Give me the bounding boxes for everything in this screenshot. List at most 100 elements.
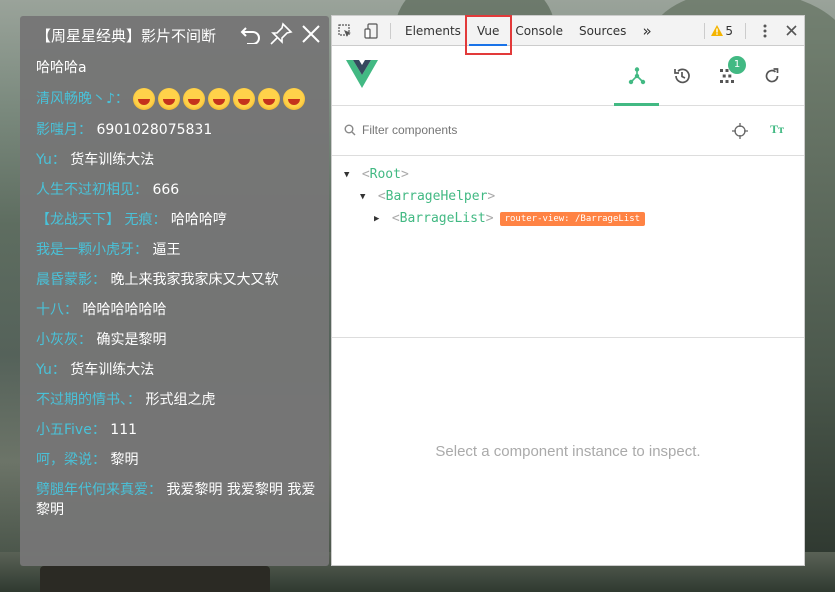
barrage-message-list: 哈哈哈a 清风畅晚丶♪： 影嗤月： 6901028075831 Yu： 货车训练大法… <box>36 58 321 530</box>
inspect-element-icon[interactable] <box>332 16 358 46</box>
inspector-placeholder: Select a component instance to inspect. <box>435 442 701 460</box>
vue-panel-switcher: 1 <box>614 46 794 106</box>
tab-sources[interactable]: Sources <box>571 16 634 46</box>
component-tree: ▼ < Root > ▼ < BarrageHelper > ▶ < BarrageLis… <box>332 156 804 338</box>
select-component-icon[interactable] <box>732 123 748 142</box>
message-text: 形式组之虎 <box>145 392 216 408</box>
message-username: 呵，梁说： <box>36 452 106 468</box>
message-text: 货车训练大法 <box>70 152 155 168</box>
message-username: 我是一颗小虎牙： <box>36 242 148 258</box>
message-text: 哈哈哈a <box>36 60 87 76</box>
message-text: 111 <box>110 422 138 438</box>
close-devtools-icon[interactable] <box>778 16 804 46</box>
collapse-arrow-icon[interactable]: ▶ <box>374 208 384 230</box>
devtools-tab-bar: Elements Vue Console Sources » 5 <box>332 15 804 55</box>
message-text: 哈哈哈哼 <box>170 212 227 228</box>
barrage-panel: 【周星星经典】影片不间断 哈哈哈a 清风畅晚丶♪： 影嗤月： 6901028075… <box>20 16 329 566</box>
message-username: 小灰灰： <box>36 332 92 348</box>
pin-icon[interactable] <box>269 22 293 46</box>
emoji-icon <box>283 88 306 110</box>
plugins-tab[interactable]: 1 <box>704 46 749 106</box>
message-username: 影嗤月： <box>36 122 92 138</box>
barrage-message: 我是一颗小虎牙： 逼王 <box>36 240 321 260</box>
message-text: 黎明 <box>110 452 139 468</box>
bracket: > <box>485 211 494 226</box>
tab-vue[interactable]: Vue <box>468 16 508 46</box>
format-names-toggle[interactable]: Tт <box>770 122 784 137</box>
filter-components-input[interactable] <box>362 123 662 137</box>
barrage-message: 哈哈哈a <box>36 58 321 78</box>
components-tab[interactable] <box>614 46 659 106</box>
emoji-icon <box>133 88 156 110</box>
message-username: 清风畅晚丶♪： <box>36 91 129 107</box>
tab-elements[interactable]: Elements <box>397 16 469 46</box>
message-username: 【龙战天下】 无痕： <box>36 212 167 228</box>
barrage-message: 【龙战天下】 无痕： 哈哈哈哼 <box>36 210 321 230</box>
notification-badge: 1 <box>728 56 746 74</box>
router-view-tag: router-view: /BarrageList <box>499 212 646 226</box>
barrage-message: 十八： 哈哈哈哈哈哈 <box>36 300 321 320</box>
message-username: Yu： <box>36 152 66 168</box>
message-username: 十八： <box>36 302 78 318</box>
bracket: < <box>370 189 386 204</box>
tree-node-root[interactable]: ▼ < Root > <box>332 164 804 186</box>
barrage-message: 呵，梁说： 黎明 <box>36 450 321 470</box>
emoji-icon <box>208 88 231 110</box>
tab-console[interactable]: Console <box>507 16 571 46</box>
vue-toolbar: 1 <box>332 46 804 106</box>
divider <box>390 22 391 39</box>
component-tree-icon <box>628 67 645 85</box>
more-tabs-button[interactable]: » <box>634 16 659 46</box>
search-icon <box>344 124 356 139</box>
message-text: 确实是黎明 <box>96 332 167 348</box>
barrage-message: Yu： 货车训练大法 <box>36 150 321 170</box>
message-username: 小五Five： <box>36 422 106 438</box>
device-toolbar-icon[interactable] <box>358 16 384 46</box>
message-text: 货车训练大法 <box>70 362 155 378</box>
bracket: < <box>384 211 400 226</box>
refresh-button[interactable] <box>749 46 794 106</box>
barrage-message: 不过期的情书、： 形式组之虎 <box>36 390 321 410</box>
expand-arrow-icon[interactable]: ▼ <box>360 186 370 208</box>
barrage-message: 小五Five： 111 <box>36 420 321 440</box>
warning-icon <box>711 25 724 36</box>
devtools-window: Elements Vue Console Sources » 5 1 Filte… <box>331 15 805 566</box>
devtools-right-controls: 5 <box>698 16 804 46</box>
barrage-message: 清风畅晚丶♪： <box>36 88 321 110</box>
component-name: Root <box>369 167 401 182</box>
expand-arrow-icon[interactable]: ▼ <box>344 164 354 186</box>
message-username: 人生不过初相见： <box>36 182 148 198</box>
message-text: 6901028075831 <box>96 122 213 138</box>
message-username: 晨昏蒙影： <box>36 272 106 288</box>
message-username: Yu： <box>36 362 66 378</box>
message-text: 哈哈哈哈哈哈 <box>82 302 167 318</box>
panel-title: 【周星星经典】影片不间断 <box>36 27 217 45</box>
emoji-icon <box>158 88 181 110</box>
component-name: BarrageList <box>399 211 486 226</box>
barrage-message: 劈腿年代何来真爱： 我爱黎明 我爱黎明 我爱黎明 <box>36 480 321 520</box>
bracket: > <box>400 167 409 182</box>
kebab-menu-icon[interactable] <box>752 16 778 46</box>
emoji-icon <box>183 88 206 110</box>
divider <box>745 22 746 39</box>
message-text: 晚上来我家我家床又大又软 <box>110 272 279 288</box>
warnings-count: 5 <box>725 23 733 38</box>
barrage-message: 影嗤月： 6901028075831 <box>36 120 321 140</box>
bracket: > <box>487 189 496 204</box>
undo-icon[interactable] <box>239 22 263 46</box>
message-username: 不过期的情书、： <box>36 392 141 408</box>
message-text: 逼王 <box>152 242 181 258</box>
tree-node-barrage-helper[interactable]: ▼ < BarrageHelper > <box>332 186 804 208</box>
bracket: < <box>354 167 370 182</box>
close-icon[interactable] <box>299 22 323 46</box>
boat <box>40 566 270 592</box>
timeline-tab[interactable] <box>659 46 704 106</box>
barrage-message: 晨昏蒙影： 晚上来我家我家床又大又软 <box>36 270 321 290</box>
barrage-message: 小灰灰： 确实是黎明 <box>36 330 321 350</box>
tree-node-barrage-list[interactable]: ▶ < BarrageList > router-view: /BarrageLis… <box>332 208 804 230</box>
emoji-icon <box>233 88 256 110</box>
component-name: BarrageHelper <box>385 189 488 204</box>
warnings-counter[interactable]: 5 <box>711 24 733 38</box>
refresh-icon <box>765 68 778 83</box>
barrage-message: Yu： 货车训练大法 <box>36 360 321 380</box>
